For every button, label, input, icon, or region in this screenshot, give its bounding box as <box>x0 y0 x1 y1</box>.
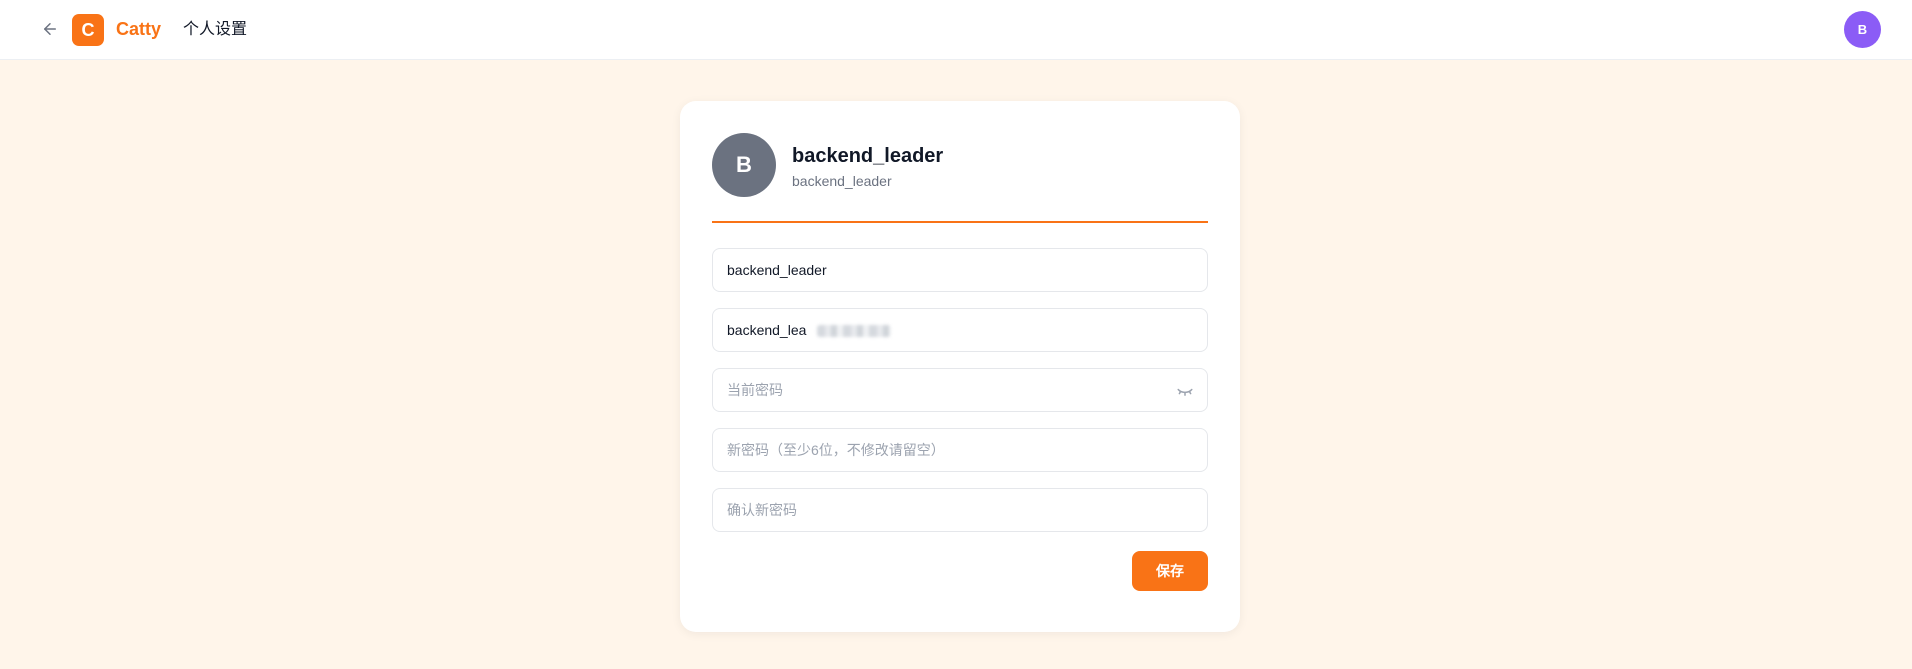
profile-settings-card: B backend_leader backend_leader 保存 <box>680 101 1240 632</box>
brand-name[interactable]: Catty <box>116 17 161 41</box>
app-logo[interactable]: C <box>72 14 104 46</box>
accent-divider <box>712 221 1208 223</box>
email-input[interactable] <box>727 322 1193 338</box>
new-password-input[interactable] <box>727 442 1193 458</box>
email-field[interactable] <box>712 308 1208 352</box>
page-title: 个人设置 <box>183 21 248 38</box>
current-password-input[interactable] <box>727 382 1193 398</box>
avatar-letter: B <box>1857 22 1868 37</box>
new-password-field[interactable] <box>712 428 1208 472</box>
back-button[interactable] <box>38 17 62 41</box>
eye-closed-icon <box>1177 388 1193 396</box>
profile-avatar: B <box>712 133 776 197</box>
current-password-field[interactable] <box>712 368 1208 412</box>
password-visibility-toggle[interactable] <box>1175 381 1195 401</box>
profile-username: backend_leader <box>792 173 892 189</box>
display-name-input[interactable] <box>727 262 1193 278</box>
arrow-left-icon <box>44 23 56 35</box>
logo-letter: C <box>81 19 95 40</box>
user-avatar-button[interactable]: B <box>1844 11 1881 48</box>
profile-display-name: backend_leader <box>792 145 944 167</box>
save-button[interactable]: 保存 <box>1132 551 1208 591</box>
redacted-mask <box>817 325 891 337</box>
top-header: C Catty 个人设置 B <box>0 0 1912 60</box>
confirm-password-field[interactable] <box>712 488 1208 532</box>
display-name-field[interactable] <box>712 248 1208 292</box>
confirm-password-input[interactable] <box>727 502 1193 518</box>
profile-avatar-letter: B <box>736 152 752 177</box>
